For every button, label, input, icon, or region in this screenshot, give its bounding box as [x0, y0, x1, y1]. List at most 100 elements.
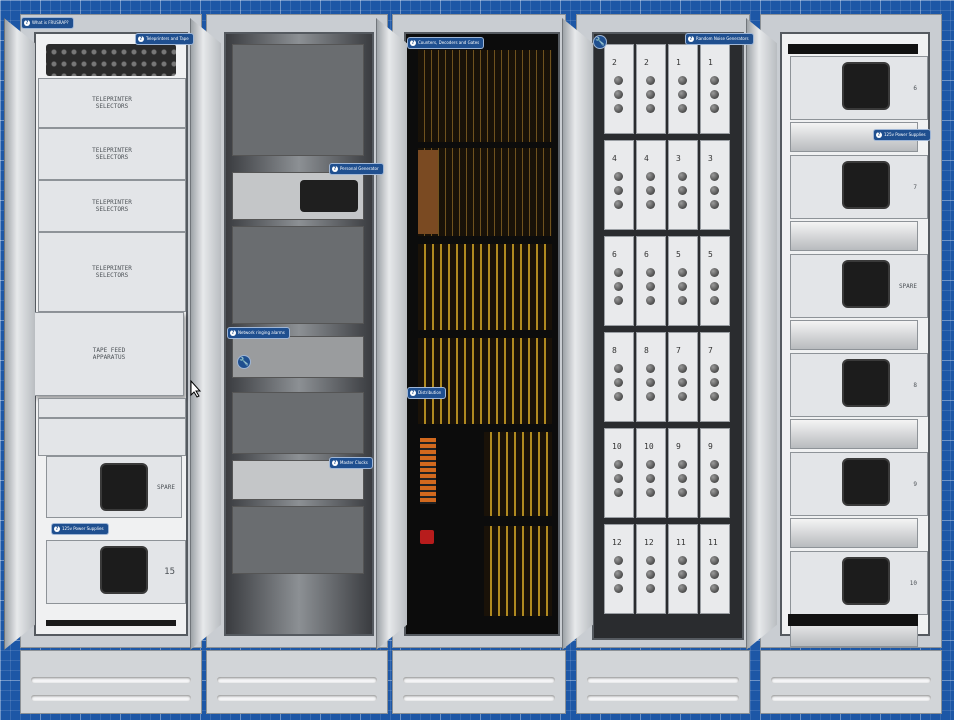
power-supply-unit[interactable]: [842, 458, 890, 506]
control-knob[interactable]: [646, 172, 655, 181]
control-knob[interactable]: [710, 474, 719, 483]
counter-shelf-6[interactable]: [484, 526, 552, 616]
info-tag-teleprinters[interactable]: ? Teleprinters and Tape: [136, 34, 193, 44]
ringing-alarms-panel[interactable]: [232, 336, 364, 378]
control-knob[interactable]: [678, 172, 687, 181]
cabinet-2-door[interactable]: [190, 18, 221, 650]
noise-generator-module[interactable]: [636, 236, 666, 326]
control-knob[interactable]: [710, 296, 719, 305]
control-knob[interactable]: [646, 378, 655, 387]
cabinet-4-door[interactable]: [562, 18, 593, 650]
noise-generator-module[interactable]: [636, 140, 666, 230]
control-knob[interactable]: [614, 296, 623, 305]
noise-generator-module[interactable]: [636, 44, 666, 134]
control-knob[interactable]: [646, 296, 655, 305]
noise-generator-module[interactable]: [700, 140, 730, 230]
control-knob[interactable]: [710, 76, 719, 85]
control-knob[interactable]: [678, 104, 687, 113]
control-knob[interactable]: [614, 584, 623, 593]
control-knob[interactable]: [710, 200, 719, 209]
power-supply-unit[interactable]: [842, 557, 890, 605]
equipment-row-4[interactable]: [232, 506, 364, 574]
noise-generator-module[interactable]: [668, 236, 698, 326]
info-tag-master-clocks[interactable]: ? Master Clocks: [330, 458, 372, 468]
control-knob[interactable]: [710, 104, 719, 113]
info-tag-what-is[interactable]: ? What is FRUSRAP?: [22, 18, 73, 28]
noise-generator-module[interactable]: [700, 236, 730, 326]
info-tag-random-noise[interactable]: ? Random Noise Generators: [686, 34, 753, 44]
control-knob[interactable]: [614, 172, 623, 181]
noise-generator-module[interactable]: [700, 428, 730, 518]
control-knob[interactable]: [614, 570, 623, 579]
control-knob[interactable]: [710, 460, 719, 469]
control-knob[interactable]: [710, 392, 719, 401]
control-knob[interactable]: [646, 488, 655, 497]
cabinet-5-door[interactable]: [746, 18, 777, 650]
control-knob[interactable]: [678, 556, 687, 565]
control-knob[interactable]: [678, 474, 687, 483]
control-knob[interactable]: [678, 570, 687, 579]
wrench-icon[interactable]: 🔧: [238, 356, 250, 368]
control-knob[interactable]: [646, 200, 655, 209]
equipment-row-2[interactable]: [232, 226, 364, 324]
noise-generator-module[interactable]: [668, 44, 698, 134]
noise-generator-module[interactable]: [700, 332, 730, 422]
control-knob[interactable]: [646, 474, 655, 483]
power-supply-15[interactable]: [100, 546, 148, 594]
info-tag-counters[interactable]: ? Counters, Decoders and Gates: [408, 38, 484, 48]
control-knob[interactable]: [678, 296, 687, 305]
info-tag-power-supplies-right[interactable]: ? 125v Power Supplies: [874, 130, 930, 140]
control-knob[interactable]: [678, 76, 687, 85]
control-knob[interactable]: [678, 186, 687, 195]
noise-generator-module[interactable]: [604, 332, 634, 422]
control-knob[interactable]: [614, 364, 623, 373]
control-knob[interactable]: [710, 584, 719, 593]
power-supply-unit[interactable]: [842, 359, 890, 407]
counter-shelf-5[interactable]: [484, 432, 552, 516]
info-tag-distribution[interactable]: ? Distribution: [408, 388, 446, 398]
noise-generator-module[interactable]: [604, 140, 634, 230]
power-supply-unit[interactable]: [842, 62, 890, 110]
wrench-icon[interactable]: 🔧: [594, 36, 606, 48]
control-knob[interactable]: [710, 172, 719, 181]
control-knob[interactable]: [678, 392, 687, 401]
control-knob[interactable]: [678, 584, 687, 593]
counter-shelf-4[interactable]: [418, 338, 552, 424]
info-tag-power-supplies-left[interactable]: ? 125v Power Supplies: [52, 524, 108, 534]
equipment-row-3[interactable]: [232, 392, 364, 454]
control-knob[interactable]: [614, 200, 623, 209]
control-knob[interactable]: [614, 460, 623, 469]
counter-shelf-2[interactable]: [418, 148, 552, 236]
noise-generator-module[interactable]: [604, 44, 634, 134]
control-knob[interactable]: [646, 104, 655, 113]
control-knob[interactable]: [614, 90, 623, 99]
noise-generator-module[interactable]: [668, 428, 698, 518]
counter-shelf-1[interactable]: [418, 50, 552, 142]
control-knob[interactable]: [614, 378, 623, 387]
control-knob[interactable]: [710, 90, 719, 99]
control-knob[interactable]: [646, 76, 655, 85]
control-knob[interactable]: [678, 200, 687, 209]
control-knob[interactable]: [710, 556, 719, 565]
control-knob[interactable]: [614, 268, 623, 277]
teleprinter-selectors-2[interactable]: TELEPRINTER SELECTORS: [38, 128, 186, 180]
control-knob[interactable]: [646, 364, 655, 373]
control-knob[interactable]: [614, 186, 623, 195]
control-knob[interactable]: [678, 460, 687, 469]
control-knob[interactable]: [614, 392, 623, 401]
control-knob[interactable]: [614, 474, 623, 483]
control-knob[interactable]: [710, 282, 719, 291]
control-knob[interactable]: [710, 488, 719, 497]
control-knob[interactable]: [678, 90, 687, 99]
teleprinter-selectors-3[interactable]: TELEPRINTER SELECTORS: [38, 180, 186, 232]
equipment-row-1[interactable]: [232, 44, 364, 156]
control-knob[interactable]: [646, 570, 655, 579]
control-knob[interactable]: [678, 364, 687, 373]
power-supply-unit[interactable]: [842, 260, 890, 308]
control-knob[interactable]: [646, 460, 655, 469]
teleprinter-selectors-4[interactable]: TELEPRINTER SELECTORS: [38, 232, 186, 312]
control-knob[interactable]: [678, 268, 687, 277]
control-knob[interactable]: [614, 104, 623, 113]
red-switch[interactable]: [420, 530, 434, 544]
control-knob[interactable]: [646, 282, 655, 291]
